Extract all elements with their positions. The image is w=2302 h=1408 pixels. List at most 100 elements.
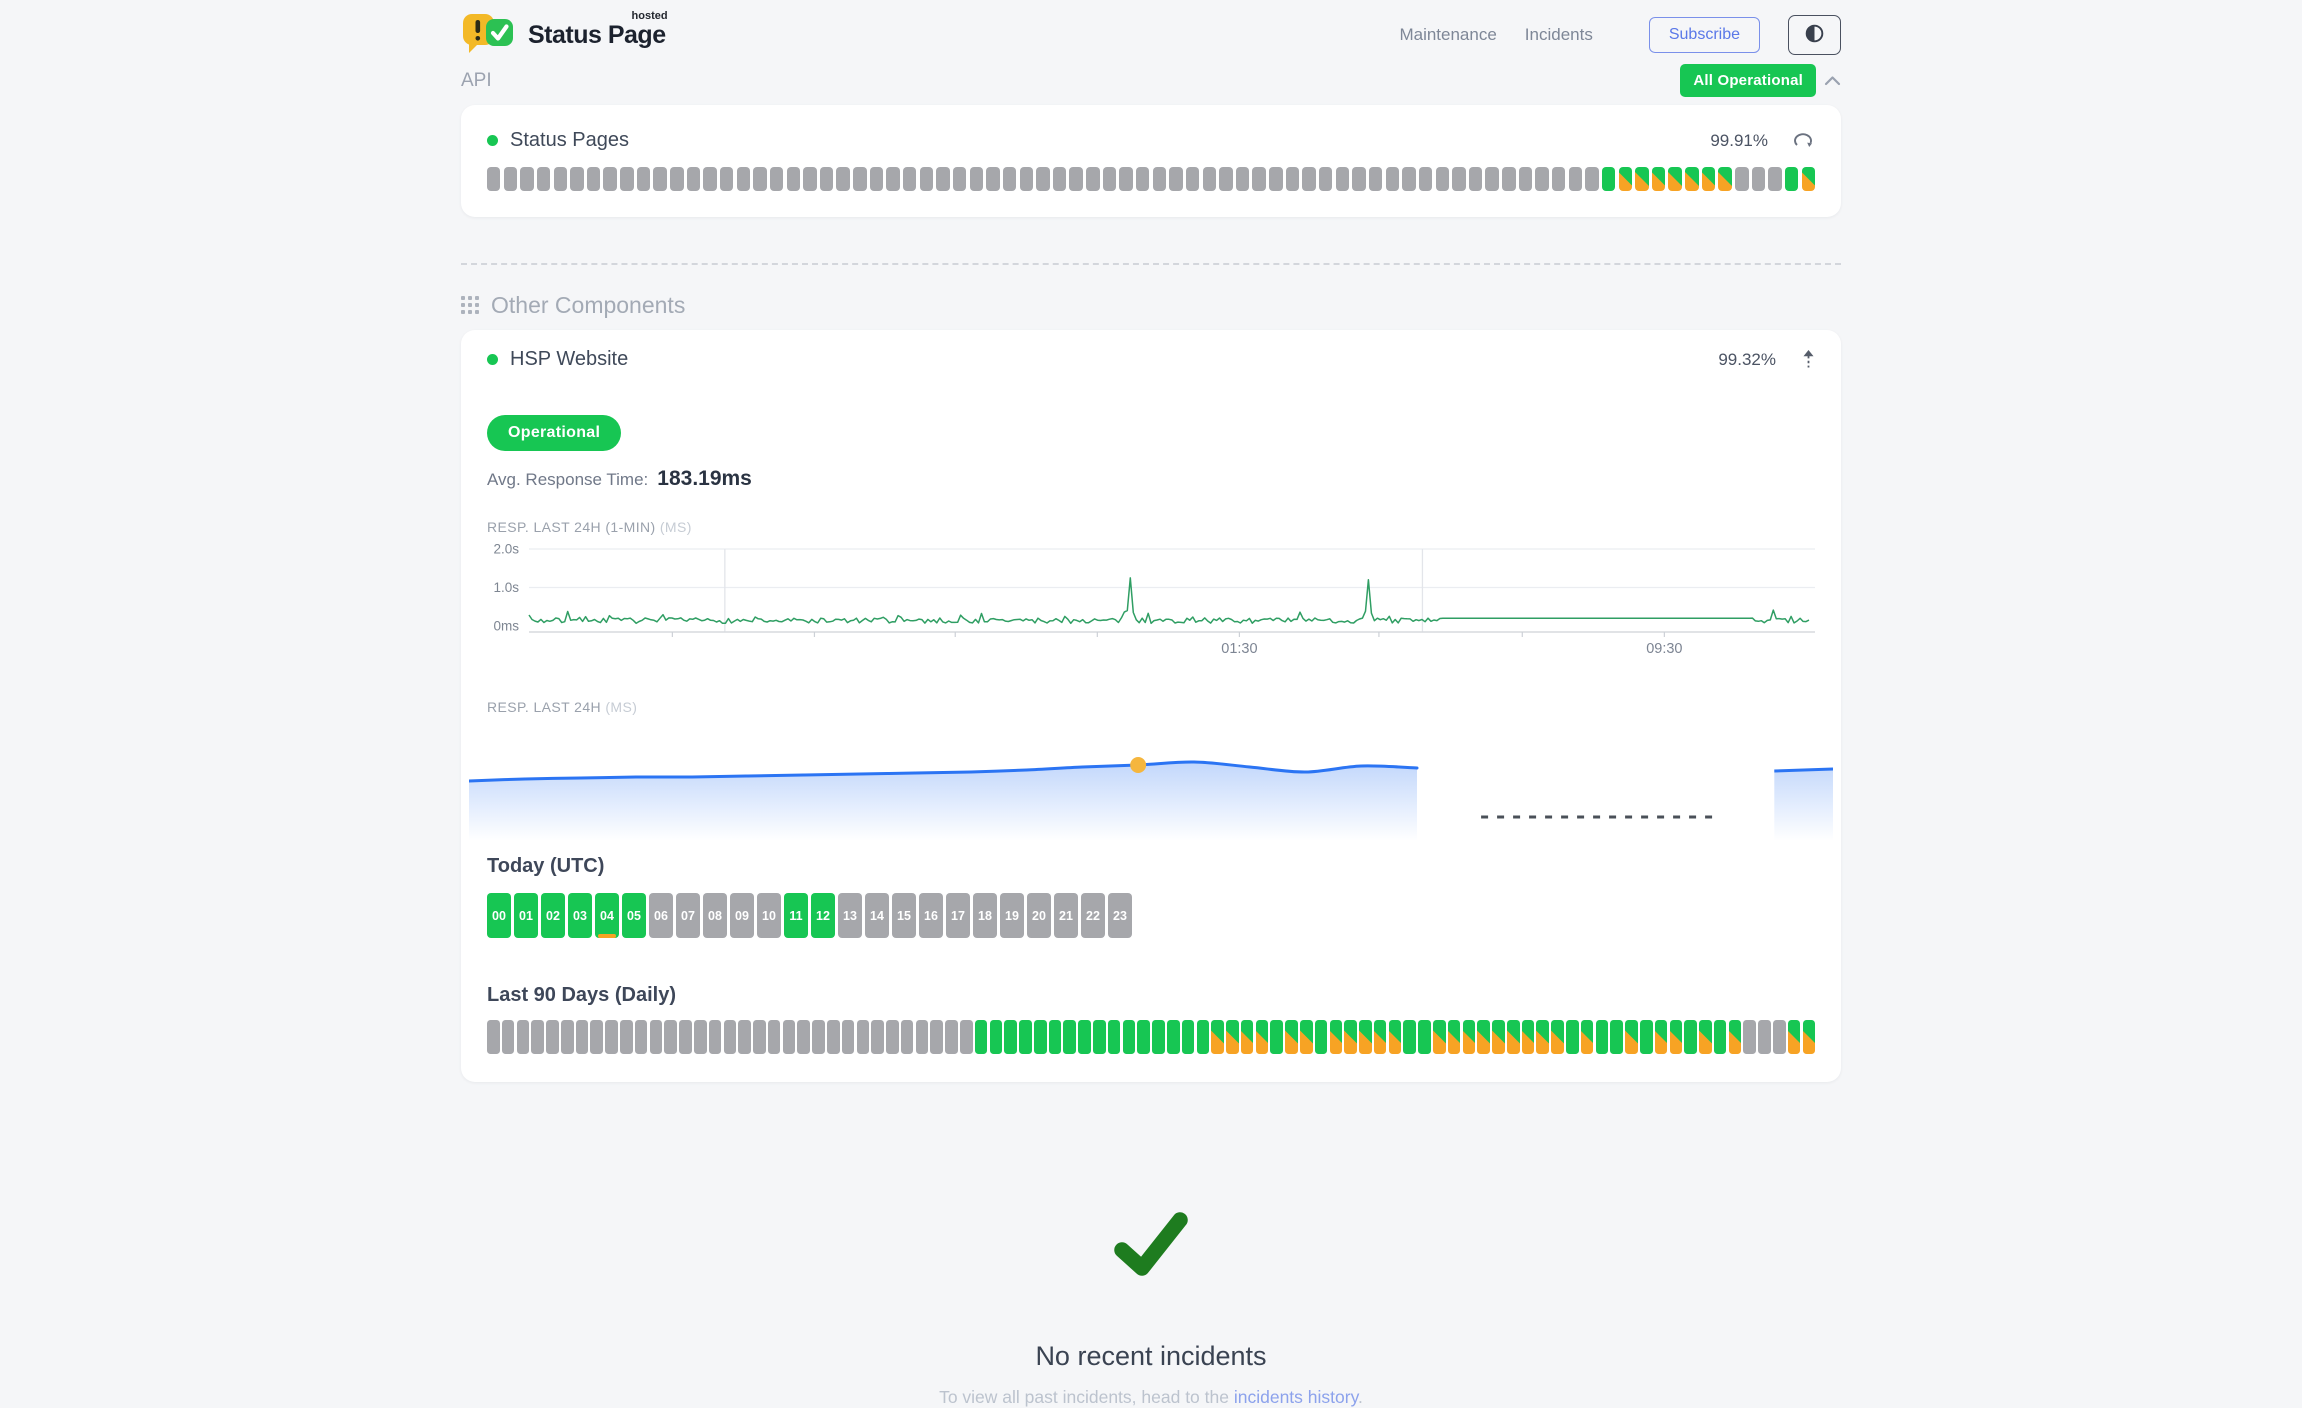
- day-bar[interactable]: [783, 1020, 796, 1054]
- day-bar[interactable]: [1610, 1020, 1623, 1054]
- uptime-bar[interactable]: [1053, 167, 1066, 191]
- day-bar[interactable]: [1093, 1020, 1106, 1054]
- hour-cell-15[interactable]: 15: [892, 893, 916, 938]
- day-bar[interactable]: [620, 1020, 633, 1054]
- uptime-bar[interactable]: [1635, 167, 1648, 191]
- day-bar[interactable]: [487, 1020, 500, 1054]
- hour-cell-00[interactable]: 00: [487, 893, 511, 938]
- day-bar[interactable]: [1049, 1020, 1062, 1054]
- uptime-bar[interactable]: [1252, 167, 1265, 191]
- refresh-icon[interactable]: [1794, 133, 1815, 149]
- uptime-bar[interactable]: [1619, 167, 1632, 191]
- nav-link-maintenance[interactable]: Maintenance: [1399, 25, 1496, 44]
- uptime-bar[interactable]: [1119, 167, 1132, 191]
- day-bar[interactable]: [930, 1020, 943, 1054]
- hour-cell-07[interactable]: 07: [676, 893, 700, 938]
- day-bar[interactable]: [1699, 1020, 1712, 1054]
- uptime-bar[interactable]: [737, 167, 750, 191]
- uptime-bar[interactable]: [1735, 167, 1748, 191]
- uptime-bar[interactable]: [603, 167, 616, 191]
- day-bar[interactable]: [916, 1020, 929, 1054]
- day-bar[interactable]: [1241, 1020, 1254, 1054]
- hour-cell-18[interactable]: 18: [973, 893, 997, 938]
- hour-cell-06[interactable]: 06: [649, 893, 673, 938]
- hour-cell-14[interactable]: 14: [865, 893, 889, 938]
- day-bar[interactable]: [1655, 1020, 1668, 1054]
- uptime-bar[interactable]: [504, 167, 517, 191]
- day-bar[interactable]: [1403, 1020, 1416, 1054]
- day-bar[interactable]: [590, 1020, 603, 1054]
- scroll-top-icon[interactable]: [1802, 350, 1815, 369]
- uptime-bar[interactable]: [703, 167, 716, 191]
- day-bar[interactable]: [886, 1020, 899, 1054]
- uptime-bar[interactable]: [1685, 167, 1698, 191]
- day-bar[interactable]: [1743, 1020, 1756, 1054]
- day-bar[interactable]: [738, 1020, 751, 1054]
- day-bar[interactable]: [1034, 1020, 1047, 1054]
- hour-cell-05[interactable]: 05: [622, 893, 646, 938]
- uptime-bar[interactable]: [670, 167, 683, 191]
- day-bar[interactable]: [635, 1020, 648, 1054]
- day-bar[interactable]: [1551, 1020, 1564, 1054]
- uptime-bar[interactable]: [1236, 167, 1249, 191]
- uptime-bar[interactable]: [1702, 167, 1715, 191]
- day-bar[interactable]: [650, 1020, 663, 1054]
- uptime-bar[interactable]: [1402, 167, 1415, 191]
- day-bar[interactable]: [679, 1020, 692, 1054]
- uptime-bar[interactable]: [1336, 167, 1349, 191]
- day-bar[interactable]: [1522, 1020, 1535, 1054]
- day-bar[interactable]: [1270, 1020, 1283, 1054]
- day-bar[interactable]: [1566, 1020, 1579, 1054]
- uptime-bar[interactable]: [487, 167, 500, 191]
- uptime-bar[interactable]: [1802, 167, 1815, 191]
- day-bar[interactable]: [1330, 1020, 1343, 1054]
- uptime-bar[interactable]: [1768, 167, 1781, 191]
- day-bar[interactable]: [1536, 1020, 1549, 1054]
- uptime-bar[interactable]: [1452, 167, 1465, 191]
- day-bar[interactable]: [1078, 1020, 1091, 1054]
- day-bar[interactable]: [1226, 1020, 1239, 1054]
- uptime-bar[interactable]: [920, 167, 933, 191]
- uptime-bar[interactable]: [1153, 167, 1166, 191]
- day-bar[interactable]: [1773, 1020, 1786, 1054]
- hour-cell-23[interactable]: 23: [1108, 893, 1132, 938]
- day-bar[interactable]: [1788, 1020, 1801, 1054]
- uptime-bar[interactable]: [1652, 167, 1665, 191]
- uptime-bar[interactable]: [1436, 167, 1449, 191]
- uptime-bar[interactable]: [1602, 167, 1615, 191]
- day-bar[interactable]: [871, 1020, 884, 1054]
- day-bar[interactable]: [1152, 1020, 1165, 1054]
- hour-cell-04[interactable]: 04: [595, 893, 619, 938]
- day-bar[interactable]: [1389, 1020, 1402, 1054]
- day-bar[interactable]: [1197, 1020, 1210, 1054]
- uptime-bar[interactable]: [1136, 167, 1149, 191]
- day-bar[interactable]: [945, 1020, 958, 1054]
- uptime-bar[interactable]: [1020, 167, 1033, 191]
- incidents-history-link[interactable]: incidents history: [1234, 1387, 1358, 1407]
- day-bar[interactable]: [605, 1020, 618, 1054]
- hour-cell-11[interactable]: 11: [784, 893, 808, 938]
- uptime-bar[interactable]: [1469, 167, 1482, 191]
- day-bar[interactable]: [694, 1020, 707, 1054]
- uptime-bar[interactable]: [620, 167, 633, 191]
- day-bar[interactable]: [1463, 1020, 1476, 1054]
- uptime-bar[interactable]: [903, 167, 916, 191]
- uptime-bar[interactable]: [1668, 167, 1681, 191]
- day-bar[interactable]: [1167, 1020, 1180, 1054]
- uptime-bar[interactable]: [1352, 167, 1365, 191]
- day-bar[interactable]: [1758, 1020, 1771, 1054]
- subscribe-button[interactable]: Subscribe: [1649, 17, 1760, 53]
- day-bar[interactable]: [664, 1020, 677, 1054]
- uptime-bar[interactable]: [1069, 167, 1082, 191]
- hour-cell-02[interactable]: 02: [541, 893, 565, 938]
- uptime-bar[interactable]: [1552, 167, 1565, 191]
- uptime-bar[interactable]: [637, 167, 650, 191]
- day-bar[interactable]: [797, 1020, 810, 1054]
- uptime-bar[interactable]: [1319, 167, 1332, 191]
- day-bar[interactable]: [1640, 1020, 1653, 1054]
- uptime-bar[interactable]: [1169, 167, 1182, 191]
- theme-toggle-button[interactable]: [1788, 15, 1841, 55]
- uptime-bar[interactable]: [1585, 167, 1598, 191]
- day-bar[interactable]: [531, 1020, 544, 1054]
- uptime-bar[interactable]: [554, 167, 567, 191]
